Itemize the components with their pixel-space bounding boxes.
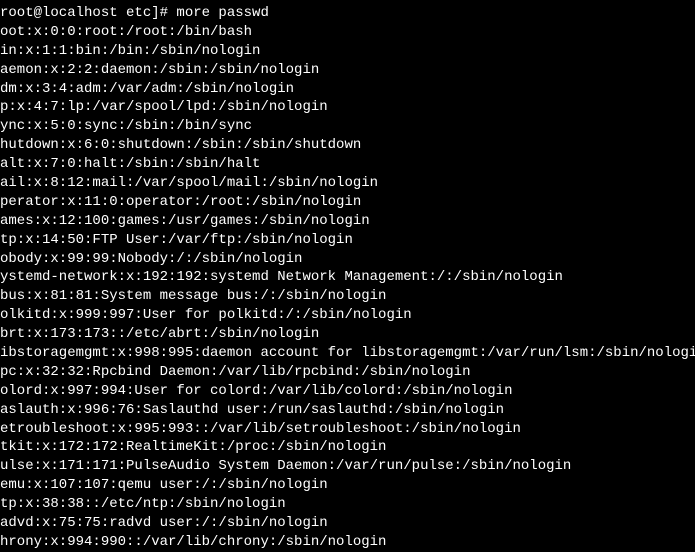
file-line: alt:x:7:0:halt:/sbin:/sbin/halt	[0, 155, 695, 174]
file-line: perator:x:11:0:operator:/root:/sbin/nolo…	[0, 193, 695, 212]
file-line: brt:x:173:173::/etc/abrt:/sbin/nologin	[0, 325, 695, 344]
file-line: oot:x:0:0:root:/root:/bin/bash	[0, 23, 695, 42]
file-line: aslauth:x:996:76:Saslauthd user:/run/sas…	[0, 401, 695, 420]
file-line: ail:x:8:12:mail:/var/spool/mail:/sbin/no…	[0, 174, 695, 193]
prompt-line: root@localhost etc]# more passwd	[0, 4, 695, 23]
file-line: p:x:4:7:lp:/var/spool/lpd:/sbin/nologin	[0, 98, 695, 117]
file-line: obody:x:99:99:Nobody:/:/sbin/nologin	[0, 250, 695, 269]
file-line: pc:x:32:32:Rpcbind Daemon:/var/lib/rpcbi…	[0, 363, 695, 382]
file-line: ibstoragemgmt:x:998:995:daemon account f…	[0, 344, 695, 363]
file-line: advd:x:75:75:radvd user:/:/sbin/nologin	[0, 514, 695, 533]
file-line: olord:x:997:994:User for colord:/var/lib…	[0, 382, 695, 401]
file-line: etroubleshoot:x:995:993::/var/lib/setrou…	[0, 420, 695, 439]
file-line: hutdown:x:6:0:shutdown:/sbin:/sbin/shutd…	[0, 136, 695, 155]
file-line: aemon:x:2:2:daemon:/sbin:/sbin/nologin	[0, 61, 695, 80]
file-line: ystemd-network:x:192:192:systemd Network…	[0, 268, 695, 287]
file-line: emu:x:107:107:qemu user:/:/sbin/nologin	[0, 476, 695, 495]
file-line: olkitd:x:999:997:User for polkitd:/:/sbi…	[0, 306, 695, 325]
file-line: ync:x:5:0:sync:/sbin:/bin/sync	[0, 117, 695, 136]
file-line: hrony:x:994:990::/var/lib/chrony:/sbin/n…	[0, 533, 695, 552]
file-line: tp:x:38:38::/etc/ntp:/sbin/nologin	[0, 495, 695, 514]
file-line: ames:x:12:100:games:/usr/games:/sbin/nol…	[0, 212, 695, 231]
file-line: dm:x:3:4:adm:/var/adm:/sbin/nologin	[0, 80, 695, 99]
terminal-output[interactable]: root@localhost etc]# more passwd oot:x:0…	[0, 4, 695, 552]
file-line: tp:x:14:50:FTP User:/var/ftp:/sbin/nolog…	[0, 231, 695, 250]
file-line: tkit:x:172:172:RealtimeKit:/proc:/sbin/n…	[0, 438, 695, 457]
file-line: ulse:x:171:171:PulseAudio System Daemon:…	[0, 457, 695, 476]
file-line: bus:x:81:81:System message bus:/:/sbin/n…	[0, 287, 695, 306]
file-line: in:x:1:1:bin:/bin:/sbin/nologin	[0, 42, 695, 61]
